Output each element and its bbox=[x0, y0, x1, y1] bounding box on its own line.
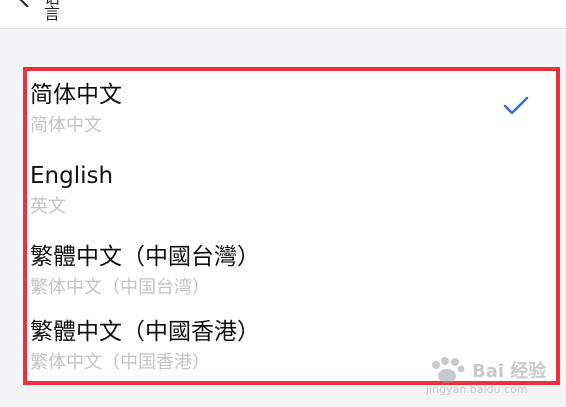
language-option-simplified-chinese[interactable]: 简体中文 简体中文 bbox=[27, 71, 556, 153]
language-name: 繁體中文（中國台灣） bbox=[30, 244, 260, 270]
watermark-url: jingyan.baidu.com bbox=[426, 383, 528, 396]
language-subtitle: 繁体中文（中国香港） bbox=[30, 352, 210, 373]
language-list: 简体中文 简体中文 English 英文 繁體中文（中國台灣） 繁体中文（中国台… bbox=[23, 67, 560, 385]
paw-logo-icon bbox=[432, 357, 465, 383]
language-subtitle: 英文 bbox=[30, 196, 66, 217]
language-name: 简体中文 bbox=[30, 82, 122, 108]
language-subtitle: 繁体中文（中国台湾） bbox=[30, 277, 210, 298]
page-title: 语言 bbox=[44, 0, 61, 23]
top-bar: 语言 bbox=[0, 0, 566, 29]
chevron-left-icon[interactable] bbox=[18, 0, 32, 7]
checkmark-icon bbox=[503, 96, 529, 115]
language-subtitle: 简体中文 bbox=[30, 115, 102, 136]
watermark-text: Bai 经验 bbox=[472, 361, 547, 382]
language-option-english[interactable]: English 英文 bbox=[27, 152, 556, 234]
language-name: 繁體中文（中國香港） bbox=[30, 319, 260, 345]
language-option-traditional-chinese-taiwan[interactable]: 繁體中文（中國台灣） 繁体中文（中国台湾） bbox=[27, 233, 556, 315]
watermark: Bai 经验 jingyan.baidu.com bbox=[426, 357, 558, 401]
language-name: English bbox=[30, 163, 114, 189]
